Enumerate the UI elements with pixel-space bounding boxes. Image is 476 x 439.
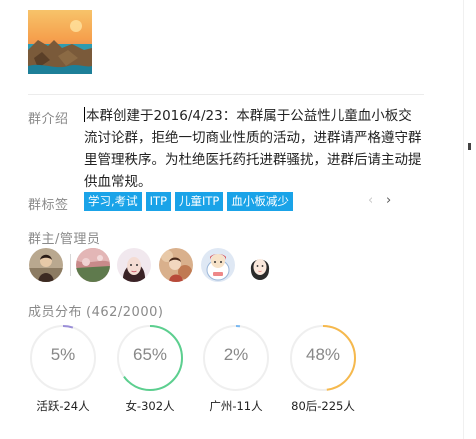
intro-text-content: 本群创建于2016/4/23：本群属于公益性儿童血小板交流讨论群，拒绝一切商业性…	[84, 108, 422, 190]
admin-avatar-3	[159, 248, 193, 282]
members-count: (462/2000)	[86, 305, 164, 320]
members-label-text: 成员分布	[28, 305, 83, 320]
admin-avatar[interactable]	[117, 248, 151, 282]
admin-avatar-2	[117, 248, 151, 282]
admin-avatar[interactable]	[76, 248, 110, 282]
stat-city[interactable]: 2% 广州-11人	[201, 323, 271, 413]
admin-avatar[interactable]	[201, 248, 235, 282]
sea-rocks-sunset-photo	[28, 10, 92, 74]
owner-avatar[interactable]	[29, 248, 63, 282]
stat-active[interactable]: 5% 活跃-24人	[28, 323, 98, 413]
divider	[28, 94, 424, 95]
chevron-left-icon[interactable]: ‹	[368, 193, 373, 208]
tag-item[interactable]: 学习,考试	[84, 192, 142, 211]
scrollbar-track[interactable]	[463, 0, 476, 439]
text-caret	[84, 107, 85, 122]
admin-avatar[interactable]	[159, 248, 193, 282]
stat-female[interactable]: 65% 女-302人	[115, 323, 185, 413]
admin-avatar-1	[76, 248, 110, 282]
members-label: 成员分布 (462/2000)	[28, 301, 163, 320]
stat-age[interactable]: 48% 80后-225人	[288, 323, 358, 413]
tags-label: 群标签	[28, 198, 69, 213]
admin-separator	[70, 254, 71, 276]
admin-avatar-4	[201, 248, 235, 282]
owner-avatar-photo	[29, 248, 63, 282]
stat-value: 65%	[132, 345, 168, 364]
stat-value: 5%	[50, 345, 76, 364]
group-info-panel: 群介绍 本群创建于2016/4/23：本群属于公益性儿童血小板交流讨论群，拒绝一…	[0, 0, 464, 439]
stat-caption: 80后-225人	[291, 399, 355, 413]
scroll-marker	[468, 143, 471, 150]
stat-value: 48%	[305, 345, 341, 364]
admin-avatar-5	[243, 248, 277, 282]
chevron-right-icon[interactable]: ›	[386, 193, 391, 208]
admin-avatar[interactable]	[243, 248, 277, 282]
group-avatar[interactable]	[28, 10, 92, 74]
stat-caption: 女-302人	[125, 399, 175, 413]
intro-text[interactable]: 本群创建于2016/4/23：本群属于公益性儿童血小板交流讨论群，拒绝一切商业性…	[84, 105, 424, 193]
stat-caption: 活跃-24人	[36, 399, 90, 413]
stat-value: 2%	[223, 345, 249, 364]
admins-label: 群主/管理员	[28, 232, 101, 247]
intro-label: 群介绍	[28, 112, 69, 127]
tag-item[interactable]: 儿童ITP	[175, 192, 224, 211]
tag-list: 学习,考试 ITP 儿童ITP 血小板减少	[84, 192, 293, 211]
stat-caption: 广州-11人	[209, 399, 263, 413]
tag-item[interactable]: ITP	[145, 192, 172, 211]
tag-item[interactable]: 血小板减少	[227, 192, 293, 211]
